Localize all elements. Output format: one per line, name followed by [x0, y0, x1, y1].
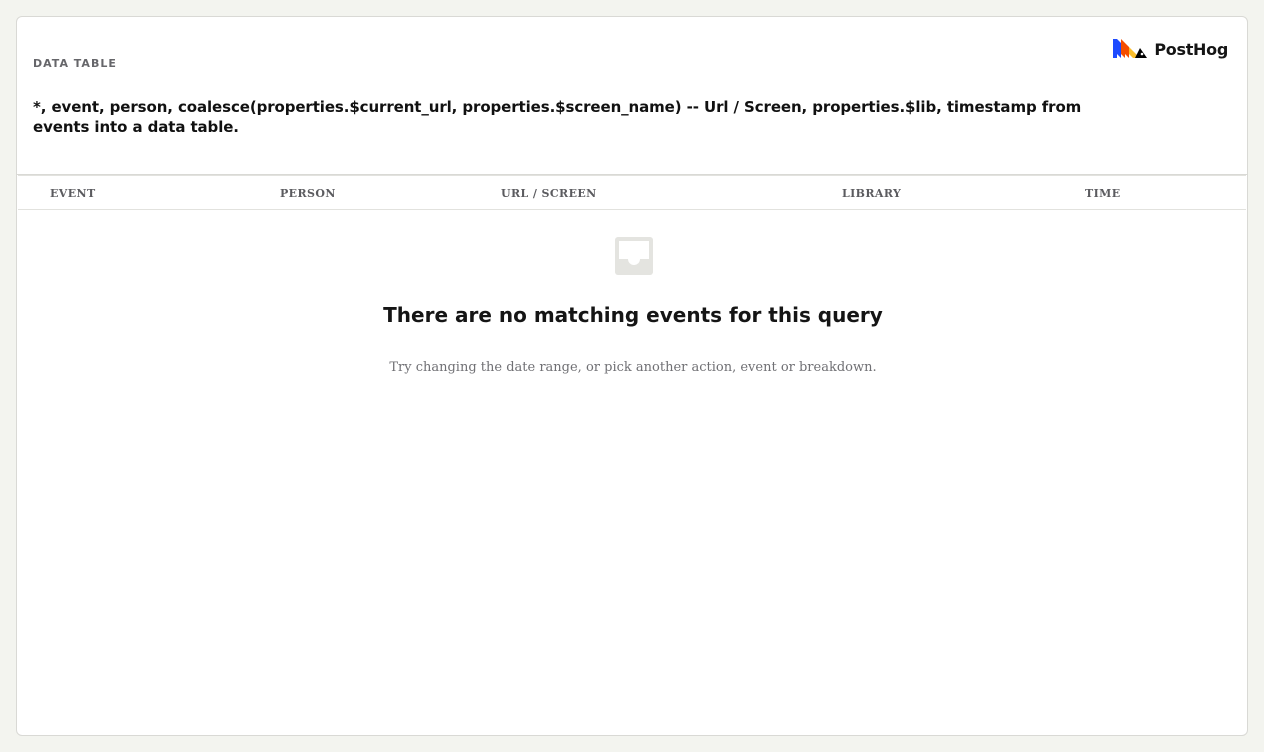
query-title: *, event, person, coalesce(properties.$c… — [33, 98, 1082, 136]
column-header-library[interactable]: LIBRARY — [842, 187, 901, 200]
empty-state-title: There are no matching events for this qu… — [383, 303, 883, 327]
posthog-logo-icon — [1113, 39, 1148, 58]
posthog-logo-text: PostHog — [1154, 39, 1228, 59]
column-header-url-screen[interactable]: URL / SCREEN — [501, 187, 597, 200]
table-header-row: EVENT PERSON URL / SCREEN LIBRARY TIME — [18, 175, 1246, 210]
insight-kind-label: DATA TABLE — [33, 57, 117, 70]
events-table: EVENT PERSON URL / SCREEN LIBRARY TIME T… — [18, 175, 1246, 730]
inbox-empty-icon — [615, 237, 653, 275]
insight-card: DATA TABLE PostHog *, event, person, coa… — [16, 16, 1248, 736]
posthog-logo: PostHog — [1113, 39, 1228, 59]
column-header-person[interactable]: PERSON — [280, 187, 336, 200]
empty-state-description: Try changing the date range, or pick ano… — [389, 360, 877, 375]
card-header: DATA TABLE PostHog *, event, person, coa… — [17, 17, 1247, 175]
column-header-time[interactable]: TIME — [1085, 187, 1121, 200]
column-header-event[interactable]: EVENT — [50, 187, 96, 200]
empty-state: There are no matching events for this qu… — [18, 210, 1246, 730]
